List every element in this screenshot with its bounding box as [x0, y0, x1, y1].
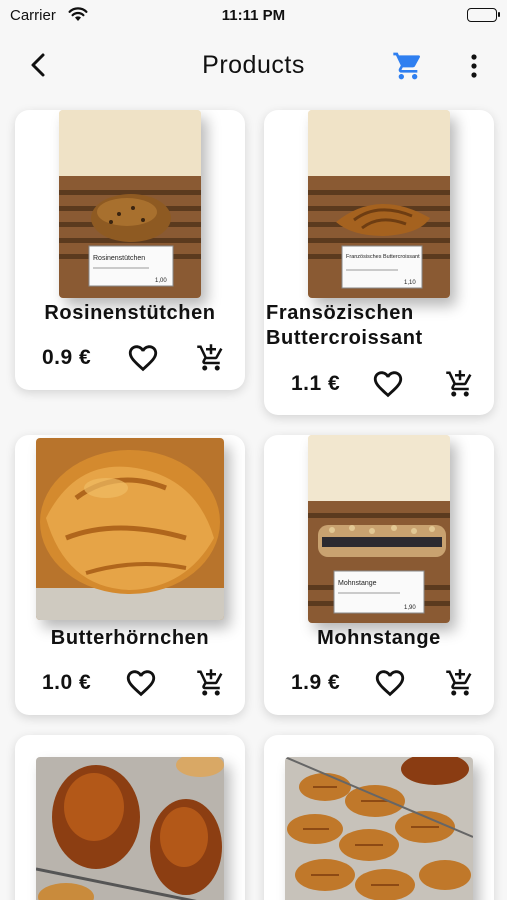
add-to-cart-button[interactable]	[196, 343, 226, 373]
favorite-button[interactable]	[372, 666, 408, 700]
product-price: 1.1 €	[291, 372, 341, 395]
add-to-cart-button[interactable]	[445, 369, 475, 399]
photo-label-text: Französisches Buttercroissant	[346, 254, 420, 260]
page-title: Products	[202, 51, 305, 79]
product-price: 0.9 €	[42, 346, 92, 369]
product-image	[36, 757, 224, 900]
heart-outline-icon	[126, 670, 156, 697]
product-image: Mohnstange 1,90	[308, 435, 450, 623]
product-card[interactable]: Mohnstange 1,90 Mohnstange 1.9 €	[264, 435, 494, 715]
product-card[interactable]	[264, 735, 494, 900]
product-price: 1.0 €	[42, 671, 92, 694]
photo-label-price: 1,10	[404, 280, 416, 286]
product-name: Butterhörnchen	[50, 627, 210, 649]
add-shopping-cart-icon	[446, 370, 472, 397]
product-name: Rosinenstütchen	[44, 302, 216, 324]
product-image: Französisches Buttercroissant 1,10	[308, 110, 450, 298]
add-shopping-cart-icon	[197, 669, 223, 696]
heart-outline-icon	[128, 345, 158, 372]
product-card[interactable]: Butterhörnchen 1.0 €	[15, 435, 245, 715]
product-price: 1.9 €	[291, 671, 341, 694]
heart-outline-icon	[375, 670, 405, 697]
product-card[interactable]: Französisches Buttercroissant 1,10 Frans…	[264, 110, 494, 415]
product-name: Mohnstange	[317, 627, 441, 649]
status-bar: Carrier 11:11 PM	[0, 0, 507, 30]
favorite-button[interactable]	[370, 367, 406, 401]
add-to-cart-button[interactable]	[445, 668, 475, 698]
product-card[interactable]: Rosinenstütchen 1,00 Rosinenstütchen 0.9…	[15, 110, 245, 390]
favorite-button[interactable]	[123, 666, 159, 700]
add-shopping-cart-icon	[446, 669, 472, 696]
heart-outline-icon	[373, 371, 403, 398]
more-vert-icon	[471, 54, 477, 78]
product-card[interactable]	[15, 735, 245, 900]
product-name: Fransözischen Buttercroissant	[266, 302, 423, 349]
photo-label-text: Mohnstange	[338, 580, 377, 587]
add-to-cart-button[interactable]	[196, 668, 226, 698]
product-image	[36, 438, 224, 620]
shopping-cart-icon	[393, 52, 421, 80]
photo-label-price: 1,90	[404, 605, 416, 611]
photo-label-text: Rosinenstütchen	[93, 255, 145, 262]
favorite-button[interactable]	[125, 341, 161, 375]
app-bar: Products	[0, 38, 507, 94]
product-image	[285, 757, 473, 900]
more-options-button[interactable]	[462, 52, 486, 80]
product-image: Rosinenstütchen 1,00	[59, 110, 201, 298]
battery-icon	[467, 8, 500, 22]
photo-label-price: 1,00	[155, 278, 167, 284]
clock: 11:11 PM	[221, 7, 286, 24]
cart-button[interactable]	[392, 50, 424, 82]
add-shopping-cart-icon	[197, 344, 223, 371]
